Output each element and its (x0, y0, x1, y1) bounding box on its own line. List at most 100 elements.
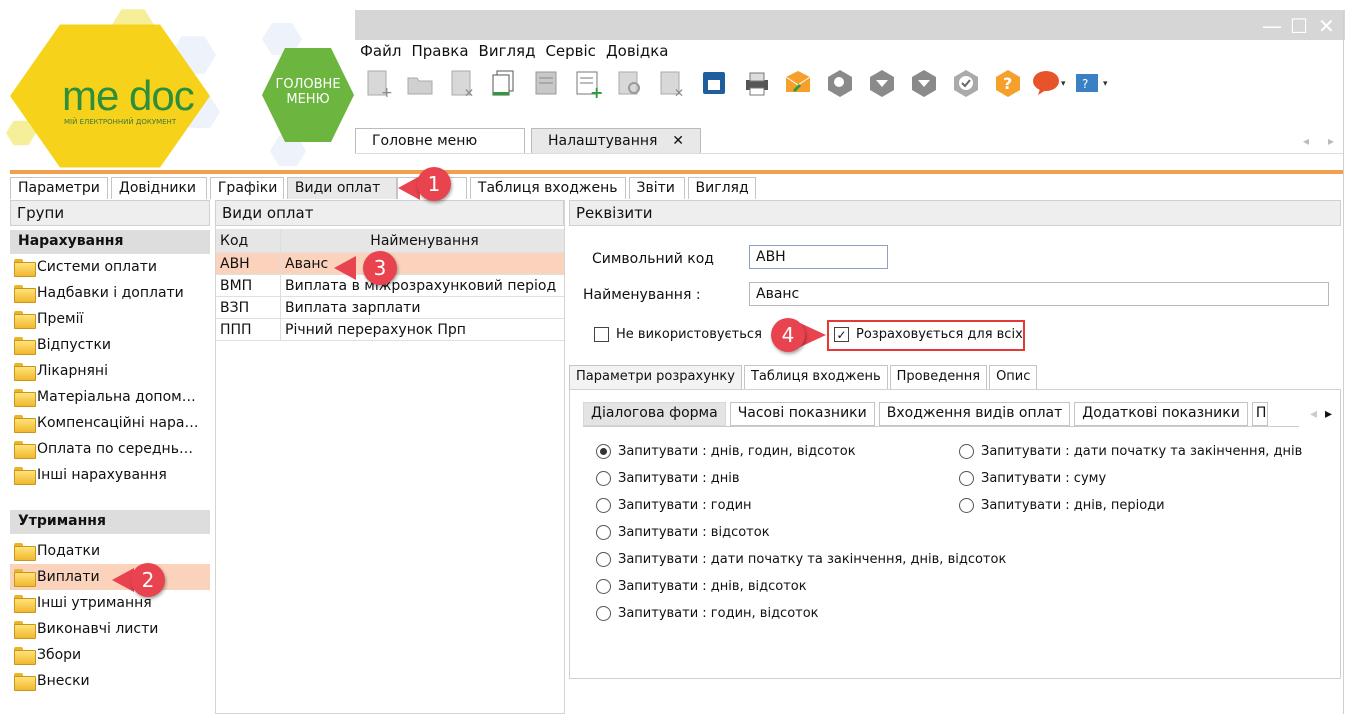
tab-main-menu[interactable]: Головне меню (355, 128, 525, 153)
minimize-button[interactable]: — (1262, 14, 1282, 38)
radio-button[interactable] (596, 579, 611, 594)
subtab-schedules[interactable]: Графіки (209, 177, 284, 199)
radio-button[interactable] (596, 498, 611, 513)
name-input[interactable]: Аванс (749, 282, 1329, 306)
check-hex-icon[interactable] (948, 66, 984, 100)
search-document-icon[interactable] (612, 66, 648, 100)
folder-icon (14, 311, 36, 329)
remove-row-icon[interactable]: ✕ (654, 66, 690, 100)
option-hours-percent[interactable]: Запитувати : годин, відсоток (596, 600, 1006, 627)
not-used-checkbox-row[interactable]: Не використовується (594, 327, 762, 342)
subtab-directories[interactable]: Довідники (110, 177, 207, 199)
group-item[interactable]: Внески (10, 668, 210, 694)
option-hours[interactable]: Запитувати : годин (596, 492, 1006, 519)
radio-button[interactable] (596, 444, 611, 459)
radio-button[interactable] (596, 471, 611, 486)
menu-edit[interactable]: Правка (411, 42, 468, 60)
document-list-icon[interactable] (528, 66, 564, 100)
inner-tab-scroll-right-icon[interactable]: ▸ (1325, 406, 1332, 422)
filter-hex-icon[interactable] (864, 66, 900, 100)
tab-dialog-form[interactable]: Діалогова форма (583, 402, 726, 426)
group-item[interactable]: Збори (10, 642, 210, 668)
option-days-percent[interactable]: Запитувати : днів, відсоток (596, 573, 1006, 600)
inner-tabs: Діалогова форма Часові показники Входжен… (583, 402, 1272, 426)
inner-tab-scroll-left-icon[interactable]: ◂ (1310, 406, 1317, 422)
tab-extra-indicators[interactable]: Додаткові показники (1074, 402, 1248, 426)
open-folder-icon[interactable] (402, 66, 438, 100)
option-days[interactable]: Запитувати : днів (596, 465, 1006, 492)
tab-time-indicators[interactable]: Часові показники (729, 402, 875, 426)
tab-calc-params[interactable]: Параметри розрахунку (569, 365, 742, 390)
option-percent[interactable]: Запитувати : відсоток (596, 519, 1006, 546)
radio-button[interactable] (596, 525, 611, 540)
calc-all-checkbox-row[interactable]: ✓ Розраховується для всіх (834, 327, 1023, 342)
menu-help[interactable]: Довідка (606, 42, 669, 60)
option-days-hours-percent[interactable]: Запитувати : днів, годин, відсоток (596, 438, 1006, 465)
option-label: Запитувати : днів (618, 471, 740, 486)
group-item[interactable]: Премії (10, 306, 210, 332)
find-hex-icon[interactable] (822, 66, 858, 100)
cell-code: АВН (216, 253, 281, 274)
calc-all-checkbox[interactable]: ✓ (834, 327, 849, 342)
print-icon[interactable] (738, 66, 774, 100)
group-item[interactable]: Інші нарахування (10, 462, 210, 488)
subtab-view[interactable]: Вигляд (687, 177, 756, 199)
radio-button[interactable] (596, 606, 611, 621)
tab-scroll-left-icon[interactable]: ◂ (1303, 134, 1309, 148)
option-sum[interactable]: Запитувати : суму (959, 465, 1302, 492)
copy-document-icon[interactable] (486, 66, 522, 100)
menu-file[interactable]: Файл (360, 42, 401, 60)
subtab-parameters[interactable]: Параметри (10, 177, 108, 199)
column-code[interactable]: Код (216, 229, 281, 252)
group-item[interactable]: Виконавчі листи (10, 616, 210, 642)
column-name[interactable]: Найменування (281, 229, 564, 252)
tab-scroll-right-icon[interactable]: ▸ (1328, 134, 1334, 148)
radio-button[interactable] (596, 552, 611, 567)
tab-posting[interactable]: Проведення (889, 365, 988, 389)
tab-description[interactable]: Опис (989, 365, 1038, 389)
send-mail-icon[interactable] (780, 66, 816, 100)
tab-pay-entries[interactable]: Входження видів оплат (878, 402, 1071, 426)
save-icon[interactable] (696, 66, 732, 100)
radio-button[interactable] (959, 471, 974, 486)
radio-button[interactable] (959, 444, 974, 459)
delete-document-icon[interactable]: ✕ (444, 66, 480, 100)
group-item-selected[interactable]: Виплати (10, 564, 210, 590)
group-item[interactable]: Інші утримання (10, 590, 210, 616)
group-item[interactable]: Оплата по середнь… (10, 436, 210, 462)
menu-service[interactable]: Сервіс (545, 42, 595, 60)
group-item[interactable]: Податки (10, 538, 210, 564)
tab-entries-table[interactable]: Таблиця входжень (743, 365, 888, 389)
symbol-code-input[interactable]: АВН (749, 245, 888, 269)
not-used-checkbox[interactable] (594, 327, 609, 342)
group-item[interactable]: Системи оплати (10, 254, 210, 280)
video-help-icon[interactable]: ? ▾ (1074, 66, 1110, 100)
group-item[interactable]: Відпустки (10, 332, 210, 358)
name-label: Найменування : (583, 287, 701, 303)
new-document-icon[interactable]: + (360, 66, 396, 100)
radio-button[interactable] (959, 498, 974, 513)
help-hex-icon[interactable]: ? (990, 66, 1026, 100)
subtab-reports[interactable]: Звіти (628, 177, 685, 199)
subtab-pay-types[interactable]: Види оплат (286, 177, 397, 199)
tab-close-icon[interactable]: ✕ (672, 133, 684, 149)
close-button[interactable]: ✕ (1318, 14, 1335, 38)
maximize-button[interactable]: ☐ (1290, 14, 1308, 38)
table-row[interactable]: ППП Річний перерахунок Прп (216, 319, 564, 341)
sort-hex-icon[interactable] (906, 66, 942, 100)
group-item[interactable]: Матеріальна допом… (10, 384, 210, 410)
subtab-entries-table[interactable]: Таблиця входжень (469, 177, 626, 199)
option-dates-days[interactable]: Запитувати : дати початку та закінчення,… (959, 438, 1302, 465)
group-item[interactable]: Лікарняні (10, 358, 210, 384)
option-dates-days-percent[interactable]: Запитувати : дати початку та закінчення,… (596, 546, 1006, 573)
option-label: Запитувати : днів, відсоток (618, 579, 807, 594)
add-row-icon[interactable]: + (570, 66, 606, 100)
option-days-periods[interactable]: Запитувати : днів, періоди (959, 492, 1302, 519)
table-row[interactable]: ВЗП Виплата зарплати (216, 297, 564, 319)
chat-icon[interactable]: ▾ (1032, 66, 1068, 100)
group-item[interactable]: Надбавки і доплати (10, 280, 210, 306)
tab-more[interactable]: П (1251, 402, 1268, 426)
group-item[interactable]: Компенсаційні нара… (10, 410, 210, 436)
menu-view[interactable]: Вигляд (479, 42, 536, 60)
tab-settings[interactable]: Налаштування ✕ (531, 128, 701, 153)
